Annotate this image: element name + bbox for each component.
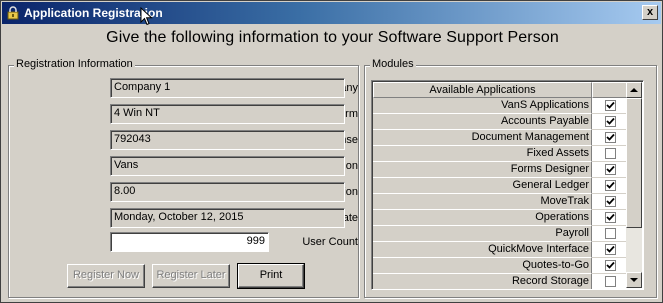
available-applications-header[interactable]: Available Applications [373,82,592,98]
user-count-input[interactable]: 999 [110,232,269,252]
module-checkbox[interactable] [605,148,616,159]
module-checkbox[interactable] [605,116,616,127]
module-check-cell [592,162,630,178]
module-name: Operations [373,210,592,226]
module-row[interactable]: General Ledger [373,178,630,194]
field-value-license: 792043 [110,130,345,150]
field-value-application: Vans [110,156,345,176]
print-button[interactable]: Print [237,263,305,289]
module-name: Accounts Payable [373,114,592,130]
field-value-revision: 8.00 [110,182,345,202]
module-name: QuickMove Interface [373,242,592,258]
field-value-company: Company 1 [110,78,345,98]
modules-legend: Modules [370,58,416,70]
module-name: MoveTrak [373,194,592,210]
module-checkbox[interactable] [605,164,616,175]
module-check-cell [592,258,630,274]
module-checkbox[interactable] [605,244,616,255]
registration-info-group: Registration Information CompanyCompany … [8,58,359,298]
module-row[interactable]: Operations [373,210,630,226]
module-row[interactable]: Accounts Payable [373,114,630,130]
modules-list-header: Available Applications [373,82,630,98]
checkmark-icon [606,197,615,205]
register-now-button[interactable]: Register Now [67,264,145,288]
module-check-cell [592,194,630,210]
module-name: General Ledger [373,178,592,194]
module-check-cell [592,146,630,162]
module-check-cell [592,226,630,242]
registration-info-legend: Registration Information [14,58,135,70]
checkmark-icon [606,101,615,109]
checkmark-icon [606,181,615,189]
mouse-cursor-icon [140,7,153,26]
checkmark-icon [606,133,615,141]
module-checkbox[interactable] [605,100,616,111]
checkmark-icon [606,245,615,253]
module-name: VanS Applications [373,98,592,114]
modules-group: Modules Available Applications VanS Appl… [364,58,657,298]
module-checkbox[interactable] [605,260,616,271]
checkmark-icon [606,117,615,125]
module-row[interactable]: Payroll [373,226,630,242]
register-later-button[interactable]: Register Later [152,264,230,288]
module-check-cell [592,130,630,146]
title-bar[interactable]: Application Registration x [2,2,661,24]
module-row[interactable]: Fixed Assets [373,146,630,162]
module-checkbox[interactable] [605,228,616,239]
arrow-up-icon [630,88,638,92]
registration-window: Application Registration x Give the foll… [0,0,663,303]
field-value-platform: 4 Win NT [110,104,345,124]
module-checkbox[interactable] [605,212,616,223]
module-check-cell [592,242,630,258]
checkmark-icon [606,213,615,221]
checkmark-icon [606,261,615,269]
module-check-cell [592,274,630,289]
module-checkbox[interactable] [605,132,616,143]
module-row[interactable]: QuickMove Interface [373,242,630,258]
module-checkbox[interactable] [605,196,616,207]
module-name: Forms Designer [373,162,592,178]
user-count-label: User Count [302,236,358,248]
padlock-icon [7,6,19,20]
module-checkbox[interactable] [605,276,616,287]
module-name: Quotes-to-Go [373,258,592,274]
module-name: Fixed Assets [373,146,592,162]
modules-scrollbar[interactable] [626,82,642,288]
module-check-cell [592,210,630,226]
module-row[interactable]: VanS Applications [373,98,630,114]
module-checkbox[interactable] [605,180,616,191]
module-name: Payroll [373,226,592,242]
module-row[interactable]: Forms Designer [373,162,630,178]
module-name: Record Storage [373,274,592,289]
field-value-registration-date: Monday, October 12, 2015 [110,208,345,228]
module-name: Document Management [373,130,592,146]
scroll-up-button[interactable] [626,82,642,98]
modules-list[interactable]: Available Applications VanS Applications… [371,80,644,290]
scroll-down-button[interactable] [626,272,642,288]
arrow-down-icon [630,278,638,282]
checkmark-icon [606,165,615,173]
modules-list-body: VanS Applications Accounts Payable Documen… [373,98,630,289]
checked-column-header[interactable] [592,82,630,98]
module-row[interactable]: Quotes-to-Go [373,258,630,274]
module-row[interactable]: Record Storage [373,274,630,289]
module-row[interactable]: Document Management [373,130,630,146]
module-check-cell [592,114,630,130]
close-button[interactable]: x [642,5,658,20]
module-row[interactable]: MoveTrak [373,194,630,210]
instruction-headline: Give the following information to your S… [106,29,559,46]
module-check-cell [592,98,630,114]
module-check-cell [592,178,630,194]
scroll-thumb[interactable] [626,98,642,228]
